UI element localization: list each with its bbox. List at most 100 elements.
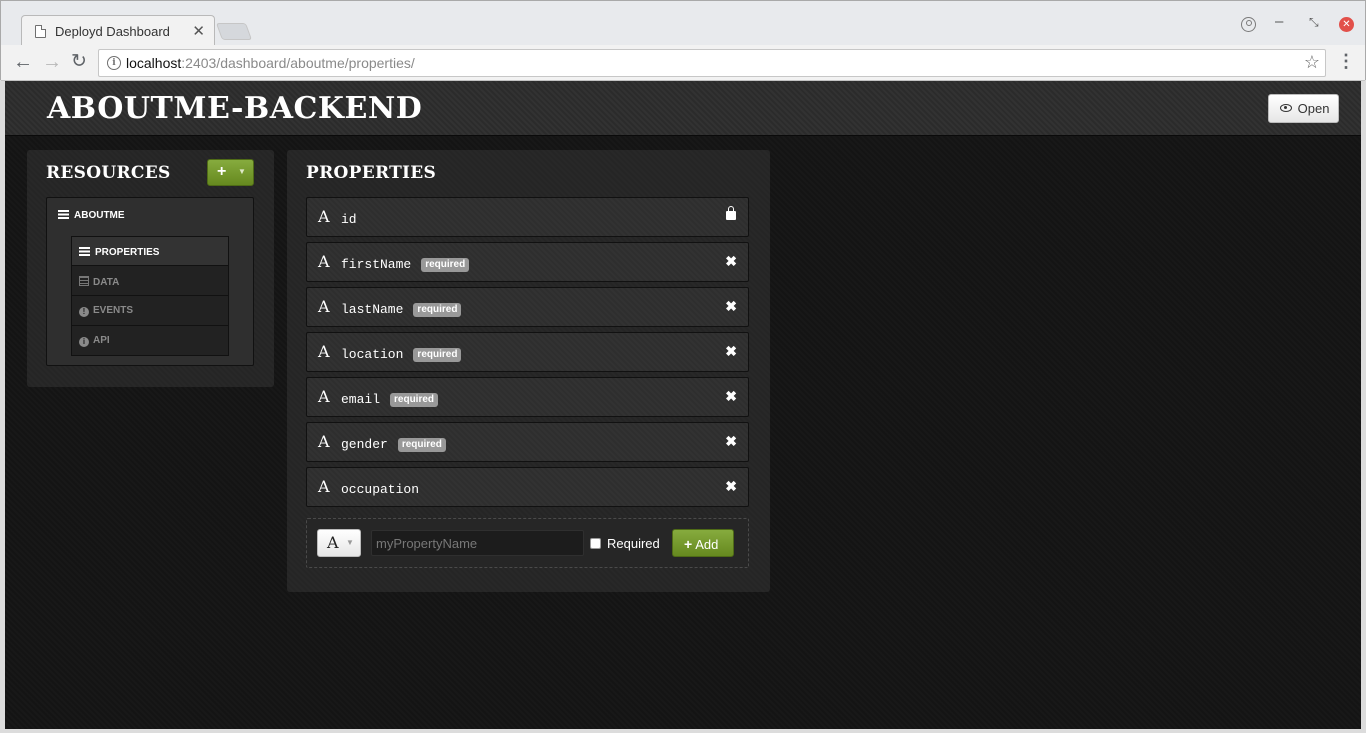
required-checkbox[interactable] [590,538,601,549]
site-info-icon[interactable]: i [107,56,121,70]
back-arrow-icon[interactable]: ← [13,50,33,74]
lock-icon [726,206,736,220]
subnav-item-data[interactable]: DATA [71,266,229,296]
dashboard-app: ABOUTME-BACKEND Open RESOURCES + ▼ ABOUT… [5,81,1361,729]
property-row[interactable]: AfirstName required ✖ [306,242,749,282]
browser-chrome: Deployd Dashboard ✕ – ⤡ ✕ ← → ↻ i localh… [0,0,1366,81]
property-name-wrap: email required [341,390,439,408]
property-name: location [341,347,404,362]
properties-heading: PROPERTIES [306,163,437,183]
resources-panel: RESOURCES + ▼ ABOUTME PROPERTIES DATA ! E… [27,150,274,387]
string-type-icon: A [318,252,330,271]
property-name: gender [341,437,388,452]
caret-down-icon: ▼ [346,538,354,547]
required-badge: required [397,438,446,452]
list-icon [58,210,69,219]
properties-panel: PROPERTIES Aid AfirstName required ✖ AlastNa… [287,150,770,592]
property-name: id [341,212,357,227]
add-resource-button[interactable]: + ▼ [207,159,254,186]
page-icon [35,25,46,38]
subnav-label: DATA [93,277,120,288]
new-tab-button[interactable] [215,23,253,40]
property-row[interactable]: Agender required ✖ [306,422,749,462]
string-type-icon: A [318,477,330,496]
tab-title: Deployd Dashboard [55,24,170,39]
type-select-value: A [327,533,339,552]
delete-icon[interactable]: ✖ [725,388,737,405]
browser-menu-icon[interactable]: ⋮ [1337,51,1355,72]
info-icon: i [79,337,89,347]
add-button-label: Add [695,537,719,552]
add-property-button[interactable]: + Add [672,529,734,557]
property-name-input[interactable] [371,530,584,556]
resource-subnav: PROPERTIES DATA ! EVENTS i API [71,236,229,356]
minimize-icon[interactable]: – [1275,13,1283,30]
close-tab-icon[interactable]: ✕ [192,22,205,40]
property-name-wrap: firstName required [341,255,470,273]
subnav-item-api[interactable]: i API [71,326,229,356]
delete-icon[interactable]: ✖ [725,433,737,450]
string-type-icon: A [318,342,330,361]
property-name-wrap: lastName required [341,300,462,318]
address-bar[interactable]: i localhost:2403/dashboard/aboutme/prope… [98,49,1326,77]
open-button-label: Open [1297,101,1330,116]
property-name: email [341,392,381,407]
property-row[interactable]: Aemail required ✖ [306,377,749,417]
browser-toolbar: ← → ↻ i localhost:2403/dashboard/aboutme… [1,45,1365,81]
restore-icon[interactable]: ⤡ [1309,15,1319,30]
close-window-icon[interactable]: ✕ [1339,17,1354,32]
property-row[interactable]: AlastName required ✖ [306,287,749,327]
plus-icon: + [684,536,693,552]
subnav-item-events[interactable]: ! EVENTS [71,296,229,326]
property-row[interactable]: Alocation required ✖ [306,332,749,372]
string-type-icon: A [318,432,330,451]
required-badge: required [413,348,462,362]
string-type-icon: A [318,387,330,406]
required-badge: required [413,303,462,317]
tab-strip: Deployd Dashboard ✕ – ⤡ ✕ [1,1,1365,47]
required-badge: required [390,393,439,407]
user-profile-icon[interactable] [1241,17,1256,32]
property-name-wrap: occupation [341,480,419,498]
bookmark-star-icon[interactable]: ☆ [1304,52,1320,73]
property-list: Aid AfirstName required ✖ AlastName required ✖… [306,197,749,512]
forward-arrow-icon[interactable]: → [42,50,62,74]
plus-icon: + [217,163,227,180]
resource-item-aboutme[interactable]: ABOUTME [58,209,125,221]
property-name-wrap: gender required [341,435,446,453]
delete-icon[interactable]: ✖ [725,478,737,495]
resource-tree: ABOUTME PROPERTIES DATA ! EVENTS i API [46,197,254,366]
url-path: :2403/dashboard/aboutme/properties/ [181,55,415,71]
url-host: localhost [126,55,182,71]
property-name-wrap: location required [341,345,462,363]
reload-icon[interactable]: ↻ [71,50,87,74]
property-name: lastName [341,302,404,317]
subnav-label: PROPERTIES [95,247,160,258]
delete-icon[interactable]: ✖ [725,298,737,315]
property-row[interactable]: Aid [306,197,749,237]
property-type-select[interactable]: A ▼ [317,529,361,557]
required-label: Required [607,536,660,551]
add-property-form: A ▼ Required +Add [306,518,749,568]
resources-heading: RESOURCES [46,163,171,183]
required-badge: required [421,258,470,272]
string-type-icon: A [318,297,330,316]
app-title: ABOUTME-BACKEND [47,91,423,126]
url-text: localhost:2403/dashboard/aboutme/propert… [126,55,415,71]
property-row[interactable]: Aoccupation ✖ [306,467,749,507]
eye-icon [1280,104,1292,112]
caret-down-icon: ▼ [238,167,246,176]
browser-tab[interactable]: Deployd Dashboard ✕ [21,15,215,47]
delete-icon[interactable]: ✖ [725,343,737,360]
property-name: firstName [341,257,412,272]
subnav-label: API [93,335,110,346]
property-name-wrap: id [341,210,357,228]
resource-name: ABOUTME [74,210,125,221]
grid-icon [79,276,89,286]
subnav-label: EVENTS [93,305,134,316]
app-header: ABOUTME-BACKEND Open [5,81,1361,136]
exclamation-icon: ! [79,307,89,317]
subnav-item-properties[interactable]: PROPERTIES [71,236,229,266]
delete-icon[interactable]: ✖ [725,253,737,270]
open-button[interactable]: Open [1268,94,1339,123]
